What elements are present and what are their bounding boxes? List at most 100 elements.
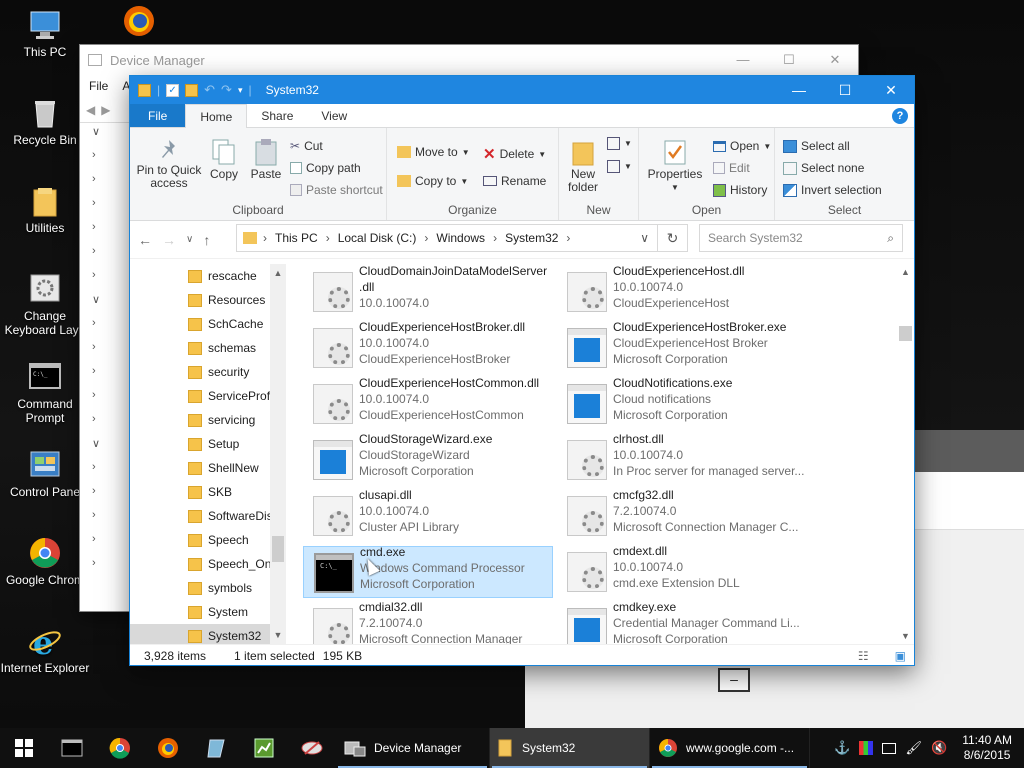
explorer-titlebar[interactable]: | ✓ ↶ ↷ ▾ | System32 — ☐ ✕ <box>130 76 914 104</box>
move-to-button[interactable]: Move to ▼ <box>397 145 470 159</box>
content-scrollbar[interactable]: ▲ ▼ <box>897 264 914 644</box>
nav-item[interactable]: schemas <box>130 336 282 360</box>
large-icons-view-icon[interactable]: ▣ <box>895 649 906 663</box>
breadcrumb-local-disk[interactable]: Local Disk (C:) <box>338 231 417 245</box>
back-arrow-icon[interactable]: ← <box>138 232 152 248</box>
tree-expander[interactable]: › <box>80 365 130 389</box>
nav-item[interactable]: servicing <box>130 408 282 432</box>
tree-expander[interactable]: ∨ <box>80 293 130 317</box>
menu-file[interactable]: File <box>89 79 108 93</box>
minimize-button[interactable]: — <box>720 52 766 68</box>
select-none-button[interactable]: Select none <box>783 161 864 175</box>
maximize-button[interactable]: ☐ <box>766 52 812 68</box>
copy-button[interactable]: Copy <box>206 138 242 181</box>
nav-item[interactable]: Speech_One <box>130 552 282 576</box>
scroll-thumb[interactable] <box>899 326 912 341</box>
tree-expander[interactable]: › <box>80 245 130 269</box>
paste-shortcut-button[interactable]: Paste shortcut <box>290 183 383 197</box>
nav-item[interactable]: Setup <box>130 432 282 456</box>
nav-item[interactable]: rescache <box>130 264 282 288</box>
file-explorer-window[interactable]: | ✓ ↶ ↷ ▾ | System32 — ☐ ✕ File Home Sha… <box>129 75 915 666</box>
scroll-thumb[interactable] <box>272 536 284 562</box>
nav-item[interactable]: ShellNew <box>130 456 282 480</box>
easy-access-button[interactable]: ▼ <box>607 160 632 173</box>
taskbar-app-6[interactable] <box>288 728 336 768</box>
copy-to-button[interactable]: Copy to ▼ <box>397 174 468 188</box>
new-item-button[interactable]: ▼ <box>607 137 632 150</box>
file-item[interactable]: clrhost.dll 10.0.10074.0 In Proc server fo… <box>557 432 807 486</box>
close-button[interactable]: ✕ <box>812 52 858 68</box>
taskbar-device-manager[interactable]: Device Manager <box>336 728 490 768</box>
tree-expander[interactable]: › <box>80 341 130 365</box>
file-item[interactable]: clusapi.dll 10.0.10074.0 Cluster API Libra… <box>303 488 553 542</box>
tree-expander[interactable]: ∨ <box>80 437 130 461</box>
edit-button[interactable]: Edit <box>713 161 750 175</box>
tree-expander[interactable]: › <box>80 509 130 533</box>
nav-item[interactable]: Speech <box>130 528 282 552</box>
taskbar-app-4[interactable] <box>192 728 240 768</box>
device-manager-titlebar[interactable]: Device Manager — ☐ ✕ <box>80 45 858 75</box>
file-item[interactable]: CloudExperienceHost.dll 10.0.10074.0 Cloud… <box>557 264 807 318</box>
tree-expander[interactable]: › <box>80 533 130 557</box>
scroll-up-icon[interactable]: ▲ <box>270 268 286 278</box>
tab-view[interactable]: View <box>307 104 361 127</box>
tree-expander[interactable]: › <box>80 197 130 221</box>
taskbar-chrome-google[interactable]: www.google.com -... <box>650 728 810 768</box>
nav-item[interactable]: symbols <box>130 576 282 600</box>
tray-brush-icon[interactable]: 🖌 <box>905 740 922 756</box>
details-view-icon[interactable]: ☷ <box>858 649 869 663</box>
desktop-icon-utilities[interactable]: Utilities <box>0 184 90 235</box>
scroll-down-icon[interactable]: ▼ <box>897 631 914 641</box>
tree-expander[interactable]: › <box>80 317 130 341</box>
up-arrow-icon[interactable]: ↑ <box>203 232 210 248</box>
new-folder-button[interactable]: New folder <box>565 138 601 194</box>
tree-expander[interactable]: › <box>80 485 130 509</box>
volume-muted-icon[interactable]: 🔇 <box>931 740 947 756</box>
file-item[interactable]: CloudStorageWizard.exe CloudStorageWizard… <box>303 432 553 486</box>
address-bar[interactable]: › This PC › Local Disk (C:) › Windows › … <box>236 224 658 252</box>
file-item[interactable]: cmcfg32.dll 7.2.10074.0 Microsoft Connecti… <box>557 488 807 542</box>
tab-home[interactable]: Home <box>185 104 248 128</box>
tray-app-icon[interactable]: ⚓ <box>834 740 850 756</box>
recent-locations-icon[interactable]: ∨ <box>186 234 193 245</box>
file-item[interactable]: CloudExperienceHostBroker.exe CloudExperi… <box>557 320 807 374</box>
properties-quick-icon[interactable]: ✓ <box>166 83 180 97</box>
tree-expander[interactable]: › <box>80 173 130 197</box>
tree-expander[interactable]: › <box>80 461 130 485</box>
file-item[interactable]: C:\_ cmd.exe Windows Command Processor Micr… <box>303 545 553 598</box>
tab-share[interactable]: Share <box>247 104 307 127</box>
taskbar-firefox[interactable] <box>144 728 192 768</box>
maximize-button[interactable]: ☐ <box>822 76 868 104</box>
forward-arrow-icon[interactable]: → <box>162 232 176 248</box>
file-item[interactable]: CloudExperienceHostCommon.dll 10.0.10074.… <box>303 376 553 430</box>
nav-item[interactable]: System <box>130 600 282 624</box>
taskbar-cmd[interactable] <box>48 728 96 768</box>
scroll-down-icon[interactable]: ▼ <box>270 630 286 640</box>
search-input[interactable]: Search System32 ⌕ <box>699 224 903 252</box>
tree-expander[interactable]: › <box>80 557 130 581</box>
clock[interactable]: 11:40 AM 8/6/2015 <box>962 733 1012 763</box>
delete-button[interactable]: ✕ Delete ▼ <box>483 145 546 163</box>
file-item[interactable]: CloudNotifications.exe Cloud notification… <box>557 376 807 430</box>
desktop-icon-chrome[interactable]: Google Chrom <box>0 536 90 587</box>
desktop-icon-firefox[interactable] <box>94 4 184 41</box>
scroll-up-icon[interactable]: ▲ <box>897 267 914 277</box>
invert-selection-button[interactable]: Invert selection <box>783 183 882 197</box>
new-folder-quick-icon[interactable] <box>185 83 199 97</box>
file-item[interactable]: CloudDomainJoinDataModelServer .dll 10.0.1… <box>303 264 553 318</box>
breadcrumb-this-pc[interactable]: This PC <box>275 231 318 245</box>
address-dropdown-icon[interactable]: ∨ <box>640 231 649 245</box>
desktop-icon-keyboard-layout[interactable]: Change Keyboard Layo <box>0 272 90 337</box>
history-button[interactable]: History <box>713 183 767 197</box>
refresh-button[interactable]: ↻ <box>658 224 688 252</box>
nav-item[interactable]: System32 <box>130 624 282 644</box>
tree-expander[interactable]: ∨ <box>80 125 130 149</box>
forward-arrow-icon[interactable]: ▶ <box>101 103 110 117</box>
tree-expander[interactable]: › <box>80 413 130 437</box>
taskbar-chrome[interactable] <box>96 728 144 768</box>
tree-expander[interactable]: › <box>80 149 130 173</box>
tree-expander[interactable]: › <box>80 221 130 245</box>
start-button[interactable] <box>0 728 48 768</box>
nav-item[interactable]: SKB <box>130 480 282 504</box>
select-all-button[interactable]: Select all <box>783 139 850 153</box>
